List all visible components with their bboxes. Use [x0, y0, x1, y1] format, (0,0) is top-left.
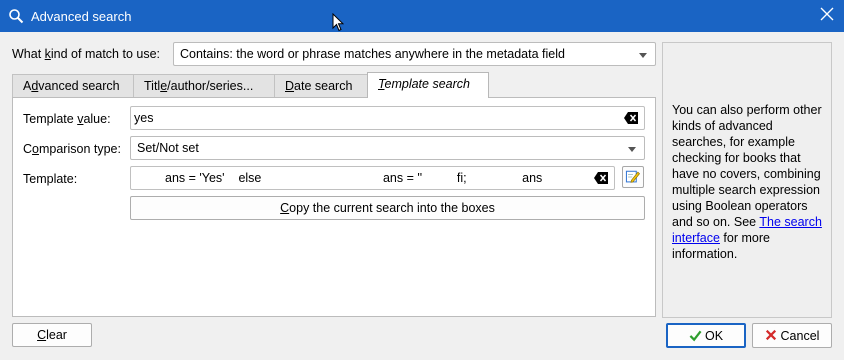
open-template-editor-button[interactable] — [622, 166, 644, 188]
tab-template-search[interactable]: Template search — [367, 72, 489, 98]
match-type-select[interactable]: Contains: the word or phrase matches any… — [173, 42, 656, 66]
template-value-label: Template value: — [23, 112, 111, 126]
tab-advanced-search[interactable]: Advanced search — [12, 74, 134, 97]
template-label: Template: — [23, 172, 78, 186]
checkmark-icon — [689, 330, 702, 342]
edit-icon — [625, 170, 640, 183]
dialog-body: What kind of match to use: Contains: the… — [0, 32, 844, 360]
tab-date-search[interactable]: Date search — [274, 74, 368, 97]
template-input[interactable]: ans = 'Yes' else ans = '' fi; ans — [130, 166, 615, 190]
template-value-input[interactable]: yes — [130, 106, 645, 130]
match-type-value: Contains: the word or phrase matches any… — [180, 47, 565, 61]
clear-text-icon[interactable] — [624, 112, 638, 124]
clear-button[interactable]: Clear — [12, 323, 92, 347]
comparison-type-select[interactable]: Set/Not set — [130, 136, 645, 160]
search-icon — [9, 9, 24, 24]
ok-button[interactable]: OK — [666, 323, 746, 348]
template-text: ans = 'Yes' else ans = '' fi; ans — [165, 171, 543, 185]
chevron-down-icon — [639, 53, 647, 58]
tab-title-author-series[interactable]: Title/author/series... — [133, 74, 275, 97]
comparison-type-label: Comparison type: — [23, 142, 121, 156]
help-panel: You can also perform other kinds of adva… — [662, 42, 832, 318]
cancel-x-icon — [765, 329, 776, 341]
comparison-type-value: Set/Not set — [137, 141, 199, 155]
copy-search-button[interactable]: Copy the current search into the boxes — [130, 196, 645, 220]
close-icon[interactable] — [820, 7, 834, 21]
window-title: Advanced search — [31, 9, 132, 24]
chevron-down-icon — [628, 147, 636, 152]
template-value-text: yes — [134, 111, 154, 125]
mouse-cursor-icon — [332, 13, 344, 32]
template-search-panel: Template value: yes Comparison type: Set… — [12, 97, 656, 317]
title-bar: Advanced search — [0, 0, 844, 32]
cancel-button[interactable]: Cancel — [752, 323, 832, 348]
help-text: You can also perform other kinds of adva… — [672, 103, 822, 229]
clear-text-icon[interactable] — [594, 172, 608, 184]
match-type-label: What kind of match to use: — [12, 47, 160, 61]
